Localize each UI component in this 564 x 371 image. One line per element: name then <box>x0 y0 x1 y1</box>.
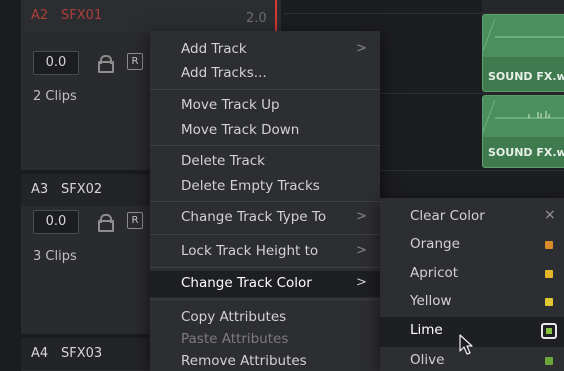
menu-item-label: Change Track Type To <box>181 209 327 225</box>
menu-separator <box>150 299 380 300</box>
color-item-label: Olive <box>410 352 445 368</box>
menu-item-label: Move Track Down <box>181 122 300 138</box>
track-name[interactable]: SFX03 <box>61 346 102 361</box>
menu-item-label: Change Track Color <box>181 275 312 291</box>
color-item-yellow[interactable]: Yellow <box>380 288 564 316</box>
menu-separator <box>150 145 380 146</box>
color-swatch <box>545 357 553 365</box>
menu-separator <box>150 89 380 90</box>
audio-clip[interactable]: SOUND FX.w <box>482 95 564 168</box>
track-volume-field[interactable]: 0.0 <box>33 51 79 75</box>
clip-waveform <box>483 15 564 57</box>
track-name[interactable]: SFX02 <box>61 182 102 197</box>
color-swatch-selected <box>541 323 557 339</box>
track-channel-value: 2.0 <box>246 11 267 26</box>
track-id: A2 <box>31 8 49 23</box>
menu-item-remove-attributes[interactable]: Remove Attributes <box>150 349 380 371</box>
menu-item-lock-track-height[interactable]: Lock Track Height to > <box>150 239 380 263</box>
menu-item-add-track[interactable]: Add Track > <box>150 37 380 61</box>
track-id: A3 <box>31 182 49 197</box>
color-item-clear[interactable]: Clear Color × <box>380 203 564 231</box>
color-item-label: Yellow <box>410 293 452 309</box>
color-swatch <box>545 298 553 306</box>
color-item-label: Lime <box>410 322 443 338</box>
track-context-menu: Add Track > Add Tracks... Move Track Up … <box>150 31 380 371</box>
menu-item-change-track-type[interactable]: Change Track Type To > <box>150 205 380 229</box>
menu-item-label: Delete Track <box>181 153 265 169</box>
color-item-label: Clear Color <box>410 208 485 224</box>
menu-item-paste-attributes: Paste Attributes <box>150 327 380 351</box>
lock-icon[interactable] <box>98 55 114 73</box>
mouse-pointer-icon <box>459 334 473 355</box>
waveform-icon <box>483 18 564 52</box>
color-swatch <box>545 270 553 278</box>
color-item-apricot[interactable]: Apricot <box>380 260 564 288</box>
chevron-right-icon: > <box>356 243 367 258</box>
lock-icon[interactable] <box>98 214 114 232</box>
menu-item-label: Add Track <box>181 41 247 57</box>
chevron-right-icon: > <box>356 41 367 56</box>
playhead[interactable] <box>275 0 277 34</box>
menu-item-add-tracks[interactable]: Add Tracks... <box>150 61 380 85</box>
menu-separator <box>150 201 380 202</box>
waveform-icon <box>483 99 564 133</box>
menu-item-label: Move Track Up <box>181 97 280 113</box>
menu-item-label: Copy Attributes <box>181 309 287 325</box>
audio-clip[interactable]: SOUND FX.w <box>482 14 564 92</box>
clip-label: SOUND FX.w <box>488 70 564 83</box>
menu-separator <box>150 267 380 268</box>
record-button[interactable]: R <box>127 53 143 70</box>
color-item-orange[interactable]: Orange <box>380 231 564 259</box>
clip-count: 3 Clips <box>33 249 77 264</box>
track-name[interactable]: SFX01 <box>61 8 102 23</box>
menu-item-label: Lock Track Height to <box>181 243 319 259</box>
menu-item-label: Add Tracks... <box>181 65 267 81</box>
menu-item-label: Paste Attributes <box>181 331 289 347</box>
menu-item-delete-track[interactable]: Delete Track <box>150 149 380 173</box>
chevron-right-icon: > <box>356 209 367 224</box>
record-button[interactable]: R <box>127 212 143 229</box>
menu-item-change-track-color[interactable]: Change Track Color > <box>150 271 380 297</box>
menu-separator <box>150 234 380 235</box>
chevron-right-icon: > <box>356 275 367 290</box>
track-volume-field[interactable]: 0.0 <box>33 210 79 234</box>
menu-item-label: Remove Attributes <box>181 353 307 369</box>
track-id: A4 <box>31 346 49 361</box>
menu-item-delete-empty-tracks[interactable]: Delete Empty Tracks <box>150 174 380 198</box>
clip-label: SOUND FX.w <box>488 146 564 159</box>
track-title-bar: A2 SFX01 2.0 <box>21 0 281 32</box>
clip-count: 2 Clips <box>33 89 77 104</box>
menu-item-move-track-up[interactable]: Move Track Up <box>150 93 380 117</box>
color-swatch <box>545 241 553 249</box>
timeline-ruler-strip <box>482 0 564 13</box>
clip-waveform <box>483 96 564 138</box>
color-item-label: Orange <box>410 236 460 252</box>
menu-item-label: Delete Empty Tracks <box>181 178 320 194</box>
close-icon: × <box>544 207 556 223</box>
color-item-label: Apricot <box>410 265 459 281</box>
menu-item-move-track-down[interactable]: Move Track Down <box>150 118 380 142</box>
menu-item-copy-attributes[interactable]: Copy Attributes <box>150 305 380 329</box>
